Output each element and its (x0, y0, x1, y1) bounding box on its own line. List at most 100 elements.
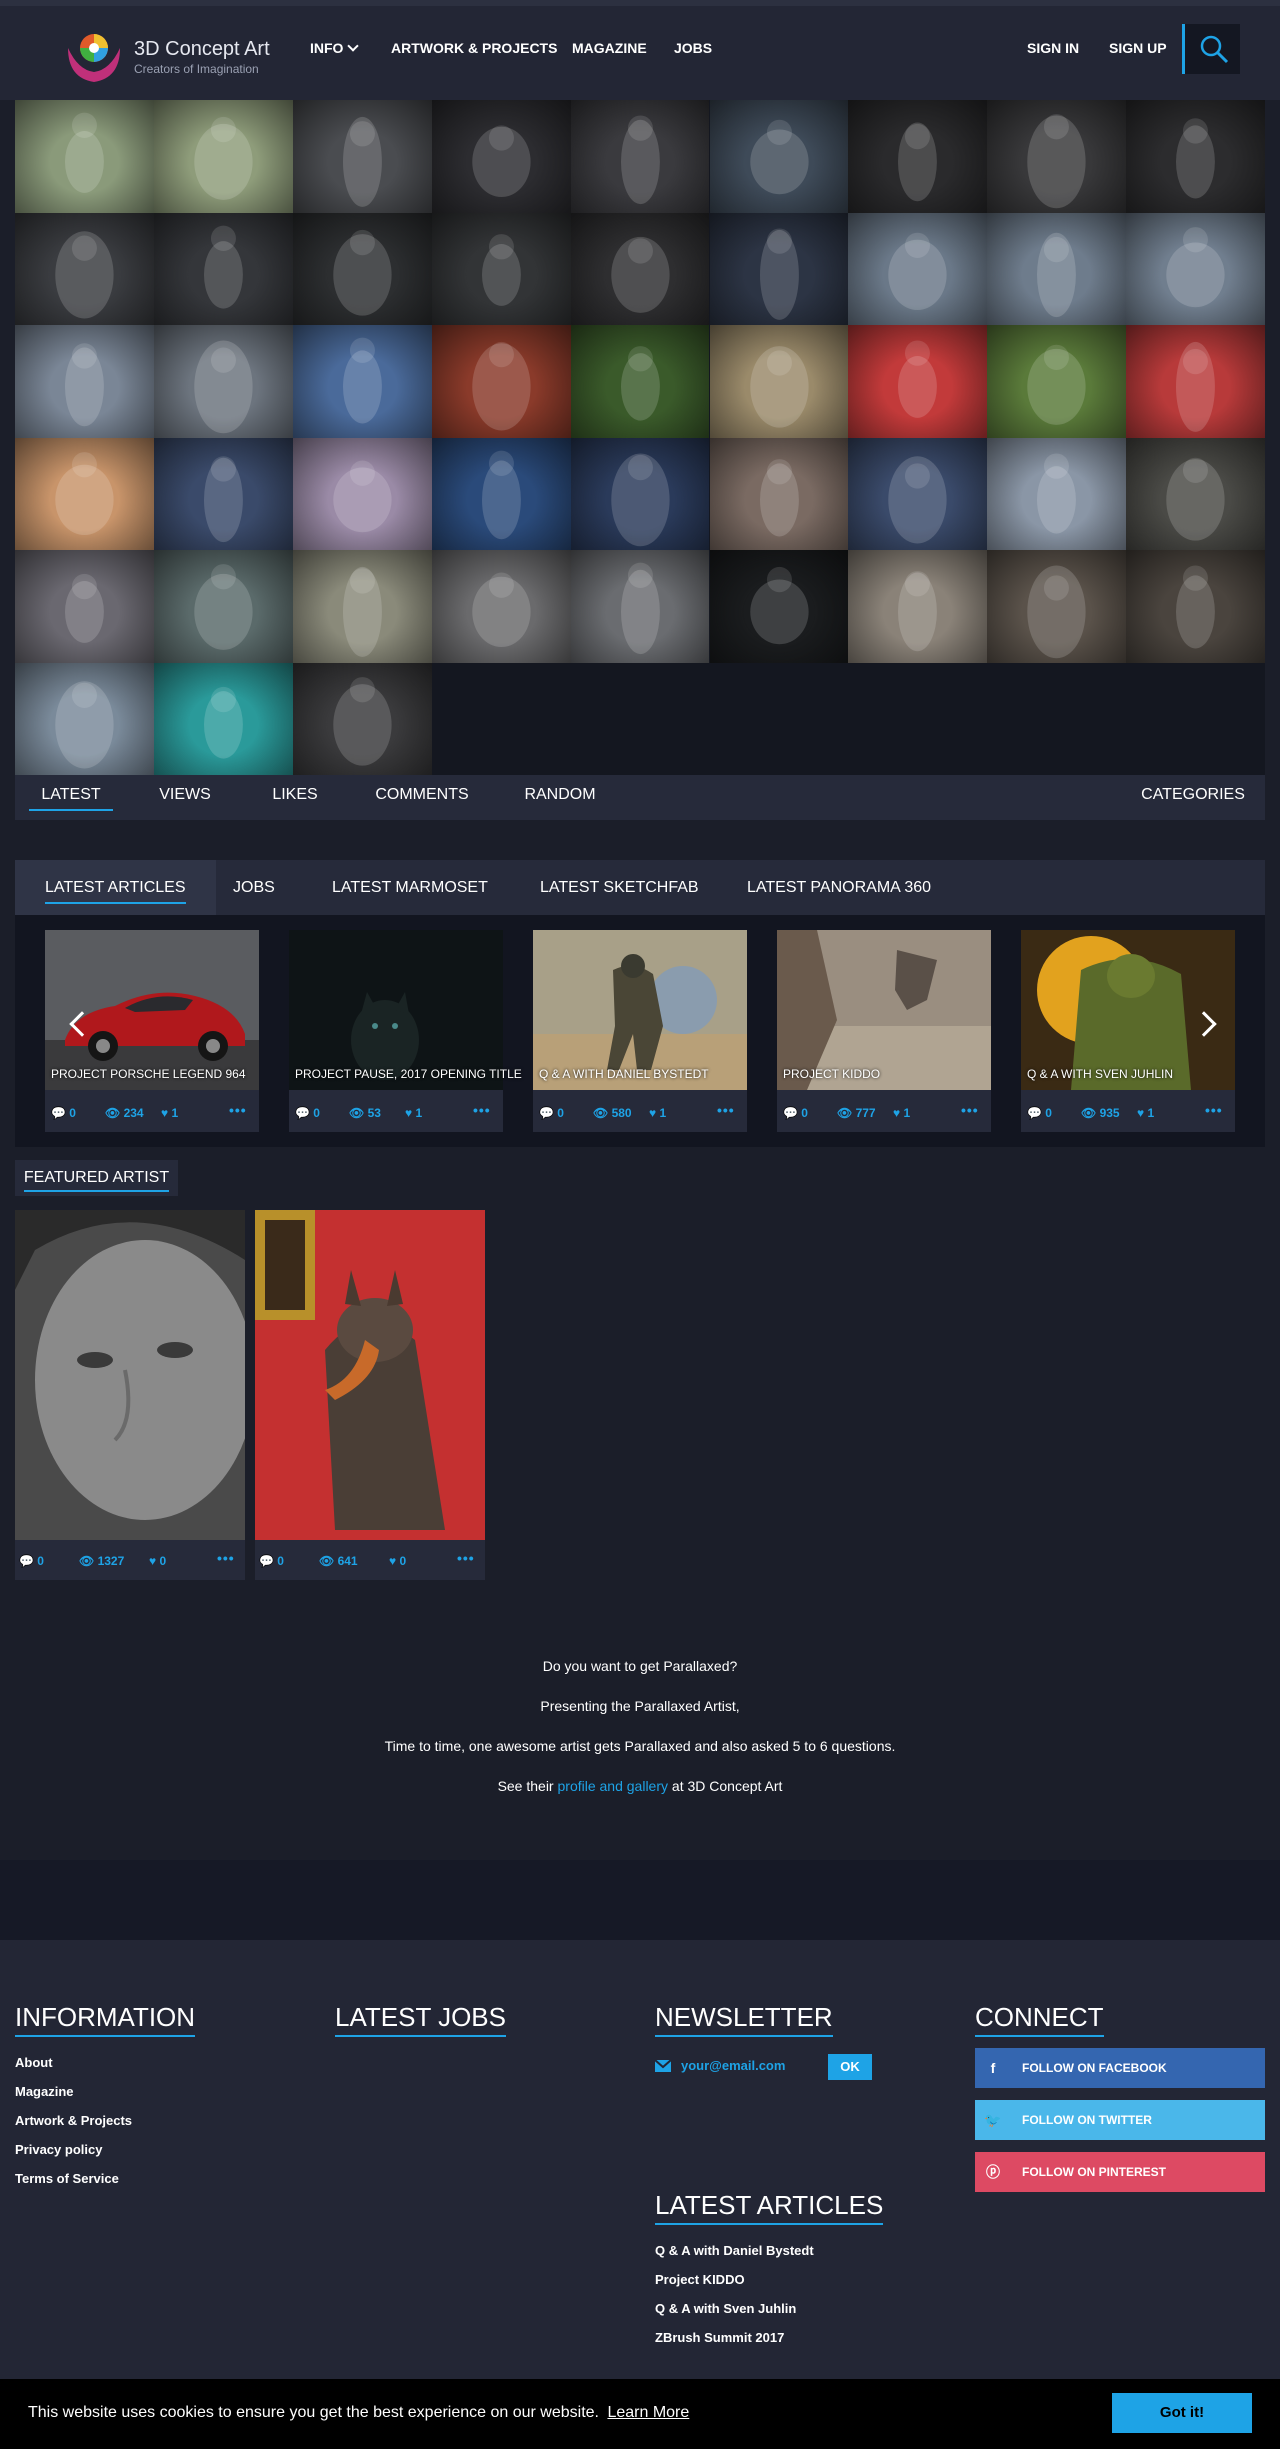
artwork-thumbnail[interactable] (987, 437, 1127, 550)
artwork-thumbnail[interactable] (848, 100, 988, 213)
nav-magazine[interactable]: MAGAZINE (572, 40, 647, 56)
footer-link-artwork-projects[interactable]: Artwork & Projects (15, 2113, 195, 2128)
artwork-thumbnail[interactable] (292, 325, 432, 438)
footer-link-privacy[interactable]: Privacy policy (15, 2142, 195, 2157)
follow-pinterest-button[interactable]: ⓟ FOLLOW ON PINTEREST (975, 2152, 1265, 2192)
artwork-thumbnail[interactable] (570, 100, 710, 213)
more-icon[interactable]: ••• (961, 1102, 979, 1118)
artwork-thumbnail[interactable] (570, 437, 710, 550)
artwork-thumbnail[interactable] (153, 437, 293, 550)
artwork-thumbnail[interactable] (987, 100, 1127, 213)
artwork-thumbnail[interactable] (431, 212, 571, 325)
artwork-thumbnail[interactable] (153, 325, 293, 438)
nav-sign-up[interactable]: SIGN UP (1109, 40, 1167, 56)
tab-latest-marmoset[interactable]: LATEST MARMOSET (332, 860, 488, 915)
artwork-thumbnail[interactable] (15, 437, 154, 550)
newsletter-email-input[interactable]: your@email.com (681, 2058, 851, 2073)
artwork-thumbnail[interactable] (1126, 325, 1266, 438)
nav-jobs[interactable]: JOBS (674, 40, 712, 56)
artwork-thumbnail[interactable] (570, 212, 710, 325)
artwork-thumbnail[interactable] (153, 100, 293, 213)
profile-gallery-link[interactable]: profile and gallery (558, 1778, 669, 1794)
artwork-thumbnail[interactable] (848, 325, 988, 438)
artwork-thumbnail[interactable] (15, 662, 154, 775)
article-thumbnail (533, 930, 747, 1090)
artwork-thumbnail[interactable] (431, 437, 571, 550)
artwork-thumbnail[interactable] (1126, 100, 1266, 213)
tab-jobs[interactable]: JOBS (233, 860, 275, 915)
artwork-thumbnail[interactable] (987, 550, 1127, 663)
artwork-thumbnail[interactable] (153, 662, 293, 775)
cookie-accept-button[interactable]: Got it! (1112, 2393, 1252, 2433)
artwork-thumbnail[interactable] (570, 550, 710, 663)
newsletter-ok-button[interactable]: OK (828, 2054, 872, 2080)
artwork-thumbnail[interactable] (709, 550, 849, 663)
artwork-thumbnail[interactable] (709, 100, 849, 213)
artwork-thumbnail[interactable] (292, 437, 432, 550)
sort-views[interactable]: VIEWS (145, 775, 225, 820)
artwork-thumbnail[interactable] (848, 437, 988, 550)
site-logo[interactable]: 3D Concept Art Creators of Imagination (62, 20, 292, 90)
footer-link-about[interactable]: About (15, 2055, 195, 2070)
tab-latest-panorama-360[interactable]: LATEST PANORAMA 360 (747, 860, 931, 915)
view-count: 👁 234 (105, 1106, 144, 1120)
artwork-thumbnail[interactable] (292, 100, 432, 213)
sort-categories[interactable]: CATEGORIES (1135, 775, 1251, 820)
more-icon[interactable]: ••• (717, 1102, 735, 1118)
artwork-thumbnail[interactable] (431, 325, 571, 438)
artwork-thumbnail[interactable] (292, 212, 432, 325)
artwork-thumbnail[interactable] (431, 550, 571, 663)
nav-artwork-projects[interactable]: ARTWORK & PROJECTS (391, 40, 557, 56)
nav-sign-in[interactable]: SIGN IN (1027, 40, 1079, 56)
artwork-thumbnail[interactable] (431, 100, 571, 213)
artwork-thumbnail[interactable] (848, 212, 988, 325)
search-button[interactable] (1182, 24, 1240, 74)
artwork-thumbnail[interactable] (848, 550, 988, 663)
artwork-thumbnail[interactable] (709, 437, 849, 550)
artwork-thumbnail[interactable] (153, 212, 293, 325)
article-card[interactable]: PROJECT PAUSE, 2017 OPENING TITLE 💬 0 👁 … (289, 930, 522, 1132)
featured-card[interactable]: 💬 0 👁 641 ♥ 0 ••• (255, 1210, 485, 1580)
sort-latest[interactable]: LATEST (29, 775, 113, 820)
sort-comments[interactable]: COMMENTS (364, 775, 480, 820)
follow-twitter-button[interactable]: 🐦 FOLLOW ON TWITTER (975, 2100, 1265, 2140)
artwork-thumbnail[interactable] (15, 100, 154, 213)
footer-article-link[interactable]: Q & A with Daniel Bystedt (655, 2243, 883, 2258)
article-card[interactable]: PROJECT KIDDO 💬 0 👁 777 ♥ 1 ••• (777, 930, 991, 1132)
footer-link-magazine[interactable]: Magazine (15, 2084, 195, 2099)
featured-card[interactable]: 💬 0 👁 1327 ♥ 0 ••• (15, 1210, 245, 1580)
more-icon[interactable]: ••• (1205, 1102, 1223, 1118)
article-card[interactable]: Q & A WITH DANIEL BYSTEDT 💬 0 👁 580 ♥ 1 … (533, 930, 747, 1132)
artwork-thumbnail[interactable] (292, 550, 432, 663)
artwork-thumbnail[interactable] (1126, 212, 1266, 325)
artwork-thumbnail[interactable] (15, 550, 154, 663)
artwork-thumbnail[interactable] (709, 212, 849, 325)
nav-info[interactable]: INFO (310, 40, 360, 56)
more-icon[interactable]: ••• (229, 1102, 247, 1118)
artwork-thumbnail[interactable] (1126, 437, 1266, 550)
sort-likes[interactable]: LIKES (260, 775, 330, 820)
artwork-thumbnail[interactable] (987, 325, 1127, 438)
more-icon[interactable]: ••• (473, 1102, 491, 1118)
cookie-learn-more-link[interactable]: Learn More (607, 2404, 689, 2421)
artwork-thumbnail[interactable] (570, 325, 710, 438)
artwork-thumbnail[interactable] (709, 325, 849, 438)
artwork-thumbnail[interactable] (1126, 550, 1266, 663)
like-count: ♥ 1 (893, 1106, 911, 1120)
artwork-thumbnail[interactable] (15, 212, 154, 325)
artwork-thumbnail[interactable] (153, 550, 293, 663)
more-icon[interactable]: ••• (217, 1550, 235, 1566)
artwork-thumbnail[interactable] (292, 662, 432, 775)
footer-article-link[interactable]: Q & A with Sven Juhlin (655, 2301, 883, 2316)
footer-article-link[interactable]: ZBrush Summit 2017 (655, 2330, 883, 2345)
sort-random[interactable]: RANDOM (517, 775, 603, 820)
artwork-thumbnail[interactable] (15, 325, 154, 438)
footer-link-terms[interactable]: Terms of Service (15, 2171, 195, 2186)
tab-latest-sketchfab[interactable]: LATEST SKETCHFAB (540, 860, 699, 915)
more-icon[interactable]: ••• (457, 1550, 475, 1566)
artwork-thumbnail[interactable] (987, 212, 1127, 325)
tab-latest-articles[interactable]: LATEST ARTICLES (15, 860, 216, 915)
footer-article-link[interactable]: Project KIDDO (655, 2272, 883, 2287)
follow-facebook-button[interactable]: f FOLLOW ON FACEBOOK (975, 2048, 1265, 2088)
article-stats: 💬 0 👁 777 ♥ 1 ••• (777, 1092, 991, 1132)
